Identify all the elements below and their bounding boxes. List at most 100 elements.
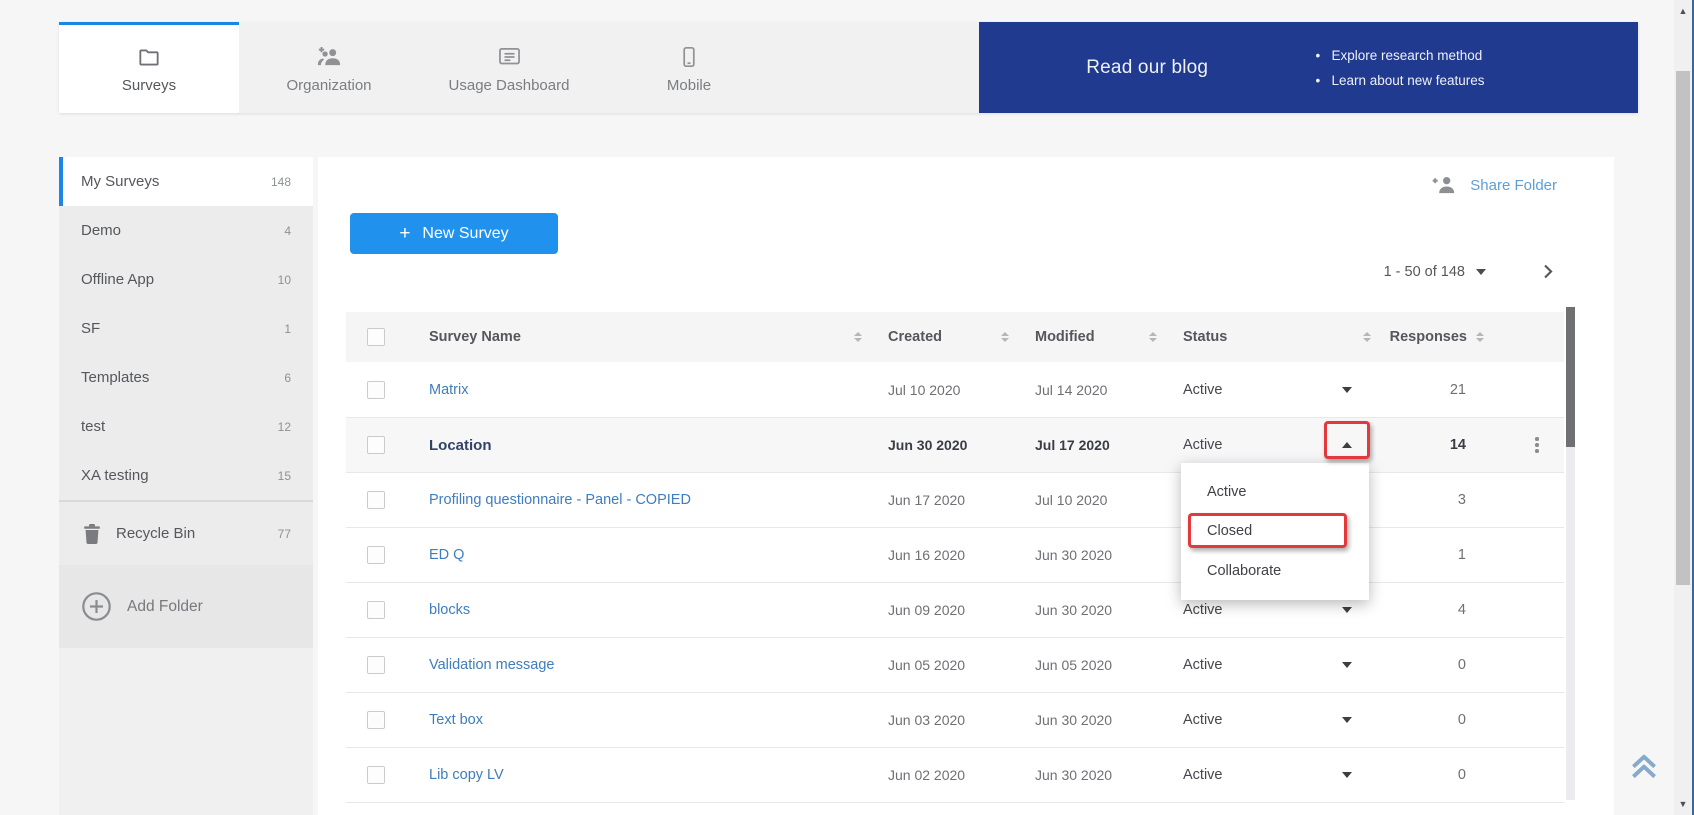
folder-label: test <box>81 418 105 435</box>
tab-mobile[interactable]: Mobile <box>599 22 779 113</box>
modified-cell: Jun 30 2020 <box>1017 693 1165 747</box>
survey-name-link[interactable]: Matrix <box>429 382 468 398</box>
table-scrollbar-thumb[interactable] <box>1566 307 1575 447</box>
column-label: Survey Name <box>429 329 521 345</box>
banner-title[interactable]: Read our blog <box>979 57 1315 79</box>
status-dropdown-toggle[interactable] <box>1342 772 1352 778</box>
row-checkbox[interactable] <box>367 766 385 784</box>
table-row[interactable]: ED QJun 16 2020Jun 30 20201 <box>346 527 1564 582</box>
column-header-responses[interactable]: Responses <box>1385 312 1490 362</box>
double-chevron-up-icon <box>1627 750 1661 782</box>
row-checkbox[interactable] <box>367 546 385 564</box>
status-dropdown-toggle[interactable] <box>1342 387 1352 393</box>
survey-name-link[interactable]: Lib copy LV <box>429 767 504 783</box>
survey-name-cell: ED Q <box>410 528 870 582</box>
table-row[interactable]: Profiling questionnaire - Panel - COPIED… <box>346 472 1564 527</box>
sidebar-item-templates[interactable]: Templates6 <box>59 353 313 402</box>
status-option-collaborate[interactable]: Collaborate <box>1181 551 1369 591</box>
browser-scrollbar[interactable]: ▲ ▼ <box>1674 0 1692 815</box>
table-scrollbar[interactable] <box>1566 307 1575 800</box>
created-cell: Jun 30 2020 <box>870 418 1017 472</box>
table-row[interactable]: Text boxJun 03 2020Jun 30 2020Active0 <box>346 692 1564 747</box>
sidebar-item-recycle-bin[interactable]: Recycle Bin 77 <box>59 502 313 565</box>
status-dropdown-toggle[interactable] <box>1342 607 1352 613</box>
table-row[interactable]: Lib copy LVJun 02 2020Jun 30 2020Active0 <box>346 747 1564 802</box>
column-header-status[interactable]: Status <box>1165 312 1385 362</box>
sort-icon[interactable] <box>854 332 862 342</box>
survey-name-link[interactable]: Location <box>429 437 492 454</box>
folder-count: 15 <box>278 469 291 483</box>
sidebar-item-sf[interactable]: SF1 <box>59 304 313 353</box>
select-all-checkbox[interactable] <box>367 328 385 346</box>
survey-name-link[interactable]: Profiling questionnaire - Panel - COPIED <box>429 492 691 508</box>
scrollbar-thumb[interactable] <box>1676 71 1690 585</box>
column-header-created[interactable]: Created <box>870 312 1017 362</box>
folder-label: My Surveys <box>81 173 159 190</box>
sort-icon[interactable] <box>1149 332 1157 342</box>
table-row[interactable]: Validation messageJun 05 2020Jun 05 2020… <box>346 637 1564 692</box>
folder-label: XA testing <box>81 467 149 484</box>
status-dropdown-toggle[interactable] <box>1342 717 1352 723</box>
row-checkbox[interactable] <box>367 436 385 454</box>
mobile-icon <box>677 44 701 70</box>
status-option-closed[interactable]: Closed <box>1181 512 1369 552</box>
responses-cell: 0 <box>1385 693 1490 747</box>
row-checkbox[interactable] <box>367 711 385 729</box>
tab-surveys[interactable]: Surveys <box>59 22 239 113</box>
survey-name-cell: Validation message <box>410 638 870 692</box>
survey-name-cell: Text box <box>410 693 870 747</box>
nav-tabs: SurveysOrganizationUsage DashboardMobile <box>59 22 779 113</box>
status-dropdown-toggle[interactable] <box>1342 442 1352 448</box>
table-row[interactable]: LocationJun 30 2020Jul 17 2020Active14 <box>346 417 1564 472</box>
sidebar-item-offline-app[interactable]: Offline App10 <box>59 255 313 304</box>
survey-name-link[interactable]: Validation message <box>429 657 554 673</box>
row-checkbox-cell <box>346 638 410 692</box>
status-option-active[interactable]: Active <box>1181 472 1369 512</box>
survey-name-link[interactable]: ED Q <box>429 547 464 563</box>
survey-name-link[interactable]: blocks <box>429 602 470 618</box>
add-folder-button[interactable]: Add Folder <box>81 591 203 622</box>
scrollbar-up-arrow-icon[interactable]: ▲ <box>1674 4 1692 18</box>
sidebar-item-my-surveys[interactable]: My Surveys148 <box>59 157 313 206</box>
row-menu-button[interactable] <box>1531 433 1543 457</box>
new-survey-button[interactable]: + New Survey <box>350 213 558 254</box>
select-all-cell <box>346 312 410 362</box>
blog-banner[interactable]: Read our blog Explore research methodLea… <box>979 22 1638 113</box>
sidebar-item-demo[interactable]: Demo4 <box>59 206 313 255</box>
scrollbar-down-arrow-icon[interactable]: ▼ <box>1674 797 1692 811</box>
sort-icon[interactable] <box>1363 332 1371 342</box>
column-label: Responses <box>1390 329 1467 345</box>
banner-bullet: Learn about new features <box>1315 68 1608 93</box>
column-header-modified[interactable]: Modified <box>1017 312 1165 362</box>
pagination-control[interactable]: 1 - 50 of 148 <box>1384 260 1486 284</box>
tab-usage-dashboard[interactable]: Usage Dashboard <box>419 22 599 113</box>
table-row[interactable]: blocksJun 09 2020Jun 30 2020Active4 <box>346 582 1564 637</box>
row-checkbox[interactable] <box>367 491 385 509</box>
row-checkbox-cell <box>346 362 410 417</box>
row-checkbox[interactable] <box>367 601 385 619</box>
status-dropdown-toggle[interactable] <box>1342 662 1352 668</box>
next-page-button[interactable] <box>1532 256 1562 286</box>
surveys-table: Survey Name Created Modified Status Resp… <box>346 312 1564 815</box>
responses-cell: 0 <box>1385 638 1490 692</box>
trash-icon <box>81 522 103 546</box>
tab-organization[interactable]: Organization <box>239 22 419 113</box>
folder-count: 12 <box>278 420 291 434</box>
row-menu-cell <box>1490 362 1564 417</box>
sidebar-item-test[interactable]: test 12 <box>59 402 313 451</box>
created-cell: Jun 17 2020 <box>870 473 1017 527</box>
table-row[interactable]: MatrixJul 10 2020Jul 14 2020Active21 <box>346 362 1564 417</box>
sort-icon[interactable] <box>1476 332 1484 342</box>
modified-cell: Jul 10 2020 <box>1017 473 1165 527</box>
row-checkbox[interactable] <box>367 656 385 674</box>
plus-icon: + <box>399 224 410 243</box>
column-header-survey-name[interactable]: Survey Name <box>410 312 870 362</box>
row-checkbox[interactable] <box>367 381 385 399</box>
row-checkbox-cell <box>346 748 410 802</box>
survey-name-link[interactable]: Text box <box>429 712 483 728</box>
share-folder-button[interactable]: Share Folder <box>1430 173 1557 197</box>
sort-icon[interactable] <box>1001 332 1009 342</box>
pagination-caret-icon <box>1476 269 1486 275</box>
scroll-to-top-button[interactable] <box>1626 748 1662 784</box>
sidebar-item-xa-testing[interactable]: XA testing 15 <box>59 451 313 500</box>
